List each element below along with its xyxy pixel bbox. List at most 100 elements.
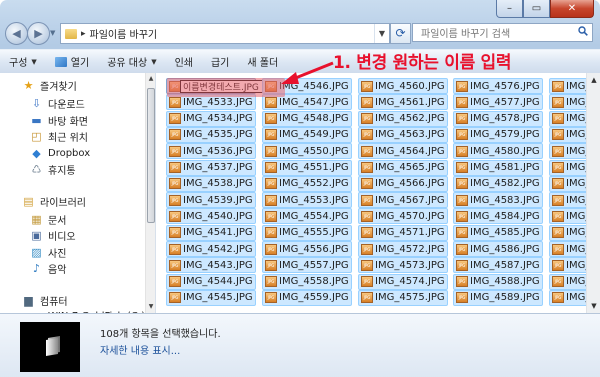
- maximize-button[interactable]: ▭: [523, 0, 550, 18]
- sidebar-item[interactable]: ▆ 컴퓨터: [22, 292, 67, 308]
- file-item[interactable]: JPG IMG_4548.JPG: [262, 110, 352, 127]
- open-button[interactable]: 열기: [46, 50, 98, 73]
- share-with-button[interactable]: 공유 대상 ▼: [98, 50, 165, 73]
- file-item[interactable]: JPG IMG_4550.JPG: [262, 143, 352, 160]
- file-item[interactable]: JPG IMG_4561.JPG: [358, 94, 448, 111]
- file-item[interactable]: JPG IMG_4582.JPG: [453, 175, 543, 192]
- forward-button[interactable]: ▶: [27, 22, 50, 45]
- file-item[interactable]: JPGIMG_4597.JPG: [549, 192, 586, 209]
- search-box[interactable]: [412, 23, 593, 43]
- print-button[interactable]: 인쇄: [166, 50, 202, 73]
- file-item[interactable]: JPGIMG_4592.JPG: [549, 110, 586, 127]
- recent-pages-dropdown[interactable]: ▼: [50, 29, 55, 37]
- file-item[interactable]: JPG IMG_4586.JPG: [453, 241, 543, 257]
- file-item[interactable]: JPG IMG_4589.JPG: [453, 289, 543, 306]
- file-item[interactable]: JPG IMG_4573.JPG: [358, 257, 448, 274]
- address-bar[interactable]: ▸ 파일이름 바꾸기 ▼: [60, 23, 390, 44]
- file-item[interactable]: JPGIMG_4593.JPG: [549, 126, 586, 143]
- burn-button[interactable]: 급기: [202, 50, 238, 73]
- scroll-up-arrow-icon[interactable]: ▲: [587, 73, 600, 87]
- file-item[interactable]: JPG IMG_4534.JPG: [166, 110, 256, 127]
- file-item[interactable]: JPG IMG_4578.JPG: [453, 110, 543, 127]
- file-item[interactable]: JPG IMG_4553.JPG: [262, 192, 352, 209]
- search-input[interactable]: [419, 25, 578, 43]
- file-item[interactable]: JPG IMG_4539.JPG: [166, 192, 256, 209]
- file-item[interactable]: JPG IMG_4579.JPG: [453, 126, 543, 143]
- file-item[interactable]: JPG IMG_4541.JPG: [166, 224, 256, 241]
- breadcrumb-current[interactable]: 파일이름 바꾸기: [90, 26, 158, 41]
- file-item[interactable]: JPG IMG_4554.JPG: [262, 208, 352, 225]
- file-item[interactable]: JPG IMG_4536.JPG: [166, 143, 256, 160]
- file-item[interactable]: JPGIMG_4591.JPG: [549, 94, 586, 111]
- file-item[interactable]: JPG IMG_4542.JPG: [166, 241, 256, 257]
- sidebar-item[interactable]: ▨ 사진: [30, 244, 66, 260]
- sidebar-item[interactable]: ▤ 라이브러리: [22, 193, 86, 209]
- file-item[interactable]: JPG IMG_4583.JPG: [453, 192, 543, 209]
- file-item[interactable]: JPG IMG_4585.JPG: [453, 224, 543, 241]
- minimize-button[interactable]: –: [496, 0, 523, 18]
- file-item[interactable]: JPGIMG_4599.JPG: [549, 224, 586, 241]
- search-icon[interactable]: [578, 26, 588, 36]
- sidebar-item[interactable]: ▬ 바탕 화면: [30, 112, 88, 128]
- file-item[interactable]: JPG IMG_4576.JPG: [453, 78, 543, 94]
- scroll-down-arrow-icon[interactable]: ▼: [587, 299, 600, 313]
- sidebar-item[interactable]: ◆ Dropbox: [30, 145, 90, 161]
- sidebar-item[interactable]: ▣ 비디오: [30, 227, 75, 243]
- file-item[interactable]: JPG IMG_4555.JPG: [262, 224, 352, 241]
- file-item[interactable]: JPG IMG_4574.JPG: [358, 273, 448, 290]
- breadcrumb-separator[interactable]: ▸: [81, 29, 86, 39]
- address-dropdown[interactable]: ▼: [374, 24, 389, 43]
- file-item[interactable]: JPG IMG_4570.JPG: [358, 208, 448, 225]
- file-item[interactable]: JPG IMG_4575.JPG: [358, 289, 448, 306]
- file-item[interactable]: JPGIMG_4601.JPG: [549, 257, 586, 274]
- file-item[interactable]: JPG IMG_4565.JPG: [358, 159, 448, 176]
- file-item[interactable]: JPGIMG_4598.JPG: [549, 208, 586, 225]
- file-item[interactable]: JPG IMG_4588.JPG: [453, 273, 543, 290]
- file-item[interactable]: JPG IMG_4544.JPG: [166, 273, 256, 290]
- file-list-scrollbar[interactable]: ▲ ▼: [586, 73, 600, 313]
- file-item[interactable]: JPGIMG_4603.JPG: [549, 289, 586, 306]
- file-item[interactable]: JPG IMG_4537.JPG: [166, 159, 256, 176]
- file-item[interactable]: JPGIMG_4602.JPG: [549, 273, 586, 290]
- file-item[interactable]: JPG IMG_4549.JPG: [262, 126, 352, 143]
- file-item[interactable]: JPG IMG_4535.JPG: [166, 126, 256, 143]
- scroll-up-arrow-icon[interactable]: ▲: [146, 73, 155, 85]
- file-item[interactable]: JPG IMG_4560.JPG: [358, 78, 448, 94]
- organize-button[interactable]: 구성 ▼: [0, 50, 46, 73]
- file-item[interactable]: JPGIMG_4596.JPG: [549, 175, 586, 192]
- file-item[interactable]: JPG IMG_4566.JPG: [358, 175, 448, 192]
- file-item[interactable]: JPG IMG_4581.JPG: [453, 159, 543, 176]
- file-item[interactable]: JPG IMG_4545.JPG: [166, 289, 256, 306]
- file-item[interactable]: JPG IMG_4563.JPG: [358, 126, 448, 143]
- file-item[interactable]: JPGIMG_4590.JPG: [549, 78, 586, 94]
- file-item[interactable]: JPG IMG_4558.JPG: [262, 273, 352, 290]
- show-more-details-link[interactable]: 자세한 내용 표시...: [100, 342, 180, 357]
- sidebar-item[interactable]: ◰ 최근 위치: [30, 128, 88, 144]
- file-item[interactable]: JPG IMG_4562.JPG: [358, 110, 448, 127]
- sidebar-item[interactable]: ⇩ 다운로드: [30, 95, 85, 111]
- file-item[interactable]: JPG IMG_4577.JPG: [453, 94, 543, 111]
- file-item[interactable]: JPG IMG_4540.JPG: [166, 208, 256, 225]
- file-item[interactable]: JPG IMG_4552.JPG: [262, 175, 352, 192]
- file-item[interactable]: JPG IMG_4584.JPG: [453, 208, 543, 225]
- back-button[interactable]: ◀: [5, 22, 28, 45]
- sidebar-item[interactable]: ♪ 음악: [30, 260, 66, 276]
- sidebar-item[interactable]: ▦ 문서: [30, 211, 66, 227]
- file-item[interactable]: JPG IMG_4571.JPG: [358, 224, 448, 241]
- close-button[interactable]: ✕: [550, 0, 594, 18]
- file-item[interactable]: JPGIMG_4594.JPG: [549, 143, 586, 160]
- file-item[interactable]: JPG IMG_4580.JPG: [453, 143, 543, 160]
- file-item[interactable]: JPG IMG_4557.JPG: [262, 257, 352, 274]
- scrollbar-thumb[interactable]: [147, 88, 155, 223]
- file-item[interactable]: JPG IMG_4538.JPG: [166, 175, 256, 192]
- file-item[interactable]: JPGIMG_4595.JPG: [549, 159, 586, 176]
- scroll-down-arrow-icon[interactable]: ▼: [146, 301, 155, 313]
- navigation-pane-scrollbar[interactable]: ▲ ▼: [145, 73, 155, 313]
- file-item[interactable]: JPG IMG_4572.JPG: [358, 241, 448, 257]
- new-folder-button[interactable]: 새 폴더: [238, 50, 287, 73]
- file-item[interactable]: JPG IMG_4551.JPG: [262, 159, 352, 176]
- sidebar-item[interactable]: ♺ 휴지통: [30, 161, 76, 177]
- file-item[interactable]: JPGIMG_4600.JPG: [549, 241, 586, 257]
- file-item[interactable]: JPG IMG_4567.JPG: [358, 192, 448, 209]
- file-item[interactable]: JPG IMG_4543.JPG: [166, 257, 256, 274]
